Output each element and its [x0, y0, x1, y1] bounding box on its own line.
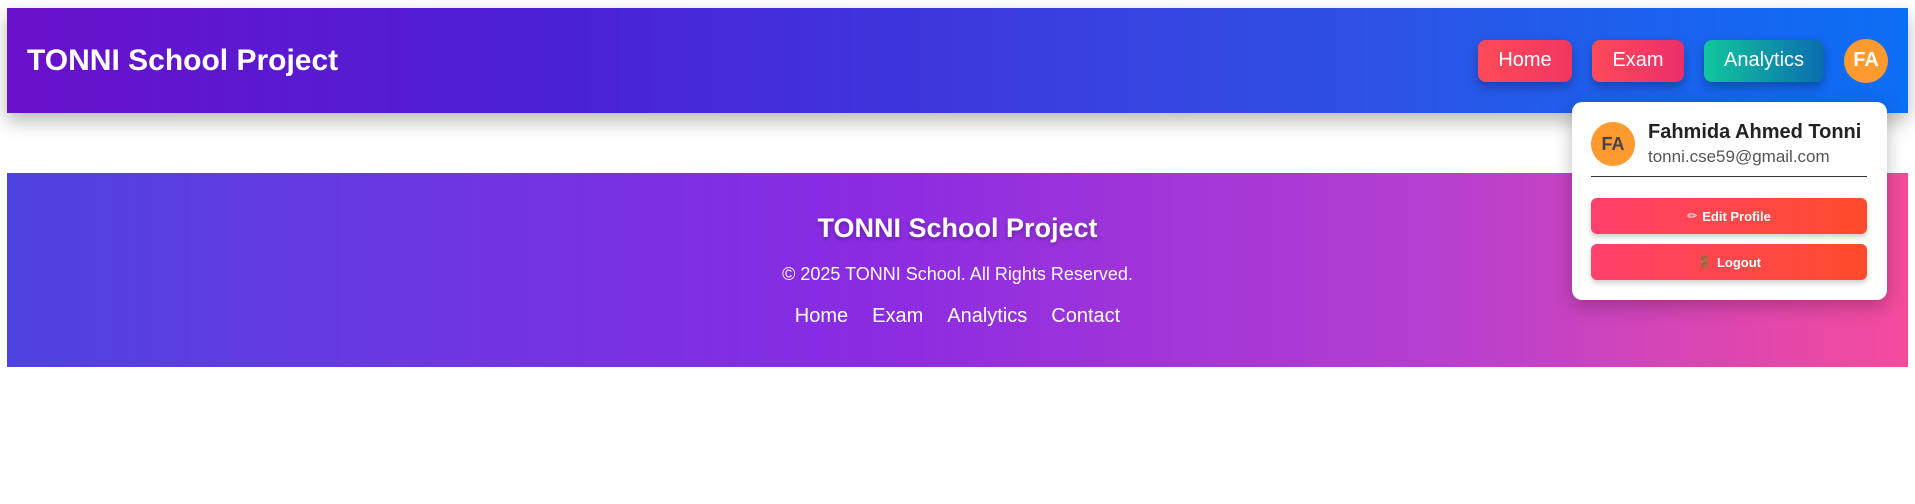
brand-title: TONNI School Project — [27, 43, 339, 77]
user-avatar-button[interactable]: FA — [1844, 38, 1888, 83]
footer-links: Home Exam Analytics Contact — [7, 305, 1908, 328]
profile-email: tonni.cse59@gmail.com — [1648, 147, 1830, 166]
edit-profile-button[interactable]: ✏ Edit Profile — [1591, 198, 1867, 234]
dropdown-avatar: FA — [1591, 122, 1635, 166]
door-icon: 🚪 — [1697, 255, 1712, 269]
footer-link-home[interactable]: Home — [795, 305, 848, 328]
nav-home-button[interactable]: Home — [1478, 39, 1572, 82]
logout-label: Logout — [1716, 254, 1761, 270]
footer-link-exam[interactable]: Exam — [872, 305, 923, 328]
profile-dropdown: FA Fahmida Ahmed Tonni tonni.cse59@gmail… — [1572, 102, 1887, 300]
nav-exam-button[interactable]: Exam — [1592, 39, 1684, 82]
main-nav: Home Exam Analytics FA — [1478, 38, 1888, 83]
profile-name: Fahmida Ahmed Tonni — [1648, 121, 1862, 143]
footer-link-analytics[interactable]: Analytics — [947, 305, 1027, 328]
footer-link-contact[interactable]: Contact — [1051, 305, 1120, 328]
logout-button[interactable]: 🚪 Logout — [1591, 244, 1867, 280]
edit-profile-label: Edit Profile — [1702, 208, 1771, 224]
pencil-icon: ✏ — [1687, 209, 1698, 223]
dropdown-divider — [1591, 176, 1867, 177]
top-navbar: TONNI School Project Home Exam Analytics… — [7, 8, 1908, 113]
page: TONNI School Project Home Exam Analytics… — [0, 0, 1915, 504]
nav-analytics-button[interactable]: Analytics — [1704, 39, 1824, 82]
